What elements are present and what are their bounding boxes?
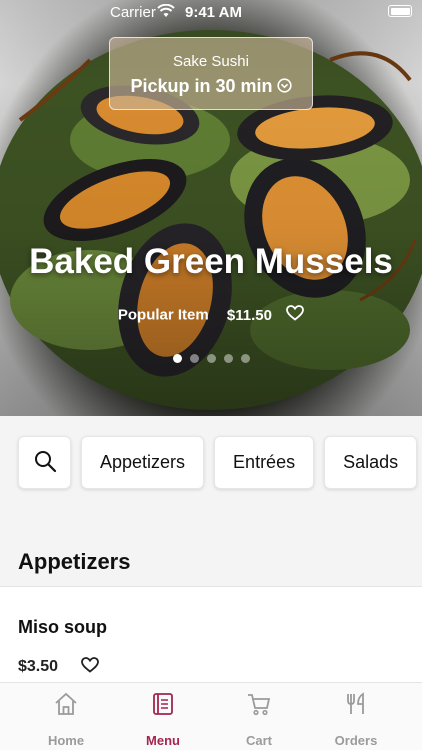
status-bar: Carrier 9:41 AM [0, 0, 422, 24]
carousel-dot[interactable] [206, 354, 216, 363]
category-chip-appetizers[interactable]: Appetizers [81, 436, 205, 489]
wifi-icon [157, 3, 175, 22]
search-button[interactable] [18, 436, 71, 489]
section-title: Appetizers [18, 549, 131, 574]
menu-book-icon [123, 691, 203, 719]
carousel-dot[interactable] [223, 354, 233, 363]
fork-knife-icon [316, 691, 396, 719]
featured-item-price: $11.50 [226, 306, 272, 324]
tab-label: Home [47, 733, 85, 748]
carousel-dot[interactable] [240, 354, 250, 363]
carousel-dots[interactable] [0, 350, 422, 368]
favorite-heart-icon[interactable] [286, 305, 305, 325]
carrier-label: Carrier [110, 4, 156, 21]
featured-item-title: Baked Green Mussels [29, 242, 393, 281]
search-icon [33, 451, 57, 473]
pickup-time: Pickup in 30 min [130, 76, 292, 98]
chevron-down-icon [276, 77, 292, 98]
tab-label: Menu [146, 733, 180, 748]
clock: 9:41 AM [185, 4, 242, 21]
battery-icon [388, 5, 412, 17]
category-chip-entrees[interactable]: Entrées [214, 436, 315, 489]
carousel-dot[interactable] [189, 354, 199, 363]
pickup-location-selector[interactable]: Sake Sushi Pickup in 30 min [109, 37, 313, 110]
menu-item-price: $3.50 [18, 658, 59, 675]
favorite-heart-icon[interactable] [81, 657, 99, 678]
featured-item-tag: Popular Item [117, 306, 209, 324]
tab-home[interactable]: Home [26, 691, 106, 748]
tab-cart[interactable]: Cart [219, 691, 299, 748]
tab-label: Orders [334, 733, 378, 748]
house-icon [26, 691, 106, 719]
tab-label: Cart [245, 733, 272, 748]
cart-icon [219, 691, 299, 719]
tab-orders[interactable]: Orders [316, 691, 396, 748]
category-chips: Appetizers Entrées Salads [18, 436, 422, 490]
app-screen: Carrier 9:41 AM Sake Sushi Pickup in 30 … [0, 0, 422, 750]
store-name: Sake Sushi [173, 53, 249, 70]
carousel-dot[interactable] [172, 354, 182, 363]
category-chip-salads[interactable]: Salads [324, 436, 418, 489]
menu-item-name: Miso soup [18, 617, 107, 637]
featured-item-meta: Popular Item $11.50 [0, 305, 422, 325]
tab-menu[interactable]: Menu [123, 691, 203, 748]
menu-item-list: Miso soup $3.50 [0, 587, 422, 683]
bottom-tab-bar: Home Menu Cart Orders [0, 682, 422, 750]
